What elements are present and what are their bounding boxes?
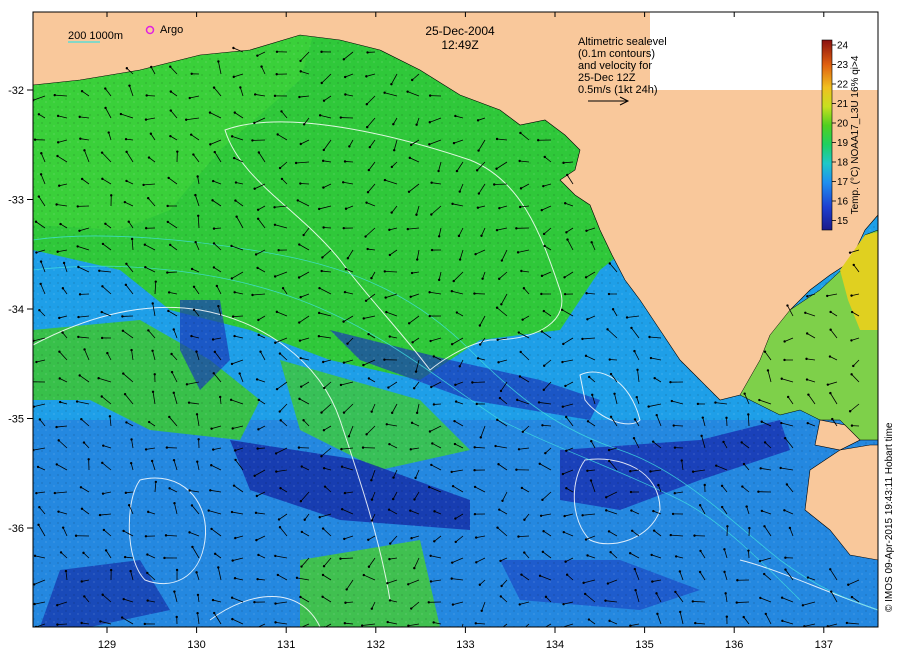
lon-tick-label: 133 [456,639,474,651]
lon-tick-label: 130 [187,639,205,651]
colorbar-tick-label: 15 [837,216,849,227]
colorbar-tick-label: 16 [837,197,849,208]
lon-tick-label: 135 [635,639,653,651]
colorbar-tick-label: 19 [837,138,849,149]
isobath-legend-label: 200 1000m [68,30,123,42]
alt-note-line2: (0.1m contours) [578,48,655,60]
map-area [33,12,878,627]
lat-tick-label: -35 [8,414,24,426]
colorbar [821,39,833,231]
colorbar-title: Temp. (°C) NOAA17_L3U 16% qi>4 [850,55,861,214]
lat-tick-label: -36 [8,523,24,535]
credit-text: © IMOS 09-Apr-2015 19:43:11 Hobart time [884,422,895,612]
lon-tick-label: 131 [277,639,295,651]
lon-tick-label: 137 [815,639,833,651]
alt-note-line3: and velocity for [578,60,652,72]
colorbar-tick-label: 17 [837,177,849,188]
lat-tick-label: -34 [8,304,24,316]
colorbar-tick-label: 18 [837,158,849,169]
header-date: 25-Dec-2004 [425,24,495,38]
argo-legend-label: Argo [160,24,183,36]
alt-note-line5: 0.5m/s (1kt 24h) [578,84,657,96]
lat-tick-label: -33 [8,195,24,207]
colorbar-tick-label: 22 [837,80,849,91]
alt-note-line4: 25-Dec 12Z [578,72,636,84]
lat-tick-label: -32 [8,85,24,97]
header-time: 12:49Z [441,38,478,52]
lon-tick-label: 132 [367,639,385,651]
lon-tick-label: 134 [546,639,564,651]
lon-tick-label: 136 [725,639,743,651]
lon-tick-label: 129 [98,639,116,651]
colorbar-tick-label: 20 [837,119,849,130]
colorbar-tick-label: 23 [837,60,849,71]
latitude-axis: -32 -33 -34 -35 -36 [8,85,33,535]
sst-map-figure: 129 130 131 132 133 134 135 136 137 -32 -33 -34 -35… [8,11,895,651]
colorbar-tick-label: 21 [837,99,849,110]
alt-note-line1: Altimetric sealevel [578,36,667,48]
colorbar-tick-label: 24 [837,41,849,52]
